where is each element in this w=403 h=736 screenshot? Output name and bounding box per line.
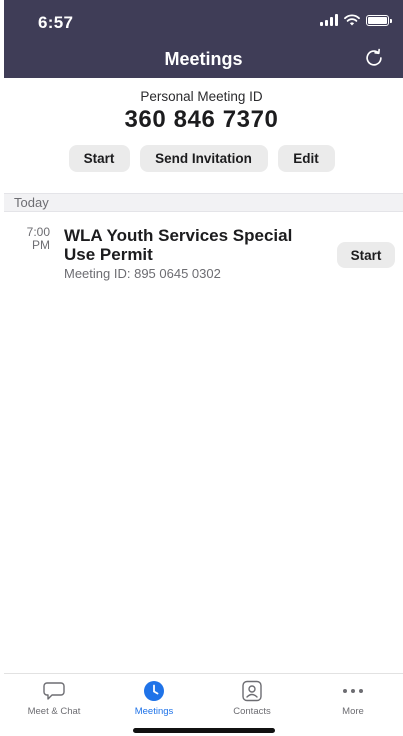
section-label: Today: [14, 195, 49, 210]
clock-icon: [144, 681, 164, 701]
meeting-time-period: PM: [32, 238, 50, 252]
edit-button[interactable]: Edit: [277, 145, 335, 172]
tab-label: More: [342, 706, 364, 717]
meeting-id: Meeting ID: 895 0645 0302: [64, 266, 221, 281]
tab-label: Meetings: [134, 706, 174, 717]
more-icon: [343, 689, 363, 693]
status-time: 6:57: [38, 13, 74, 32]
signal-icon: [320, 14, 338, 26]
tab-contacts[interactable]: Contacts: [207, 680, 297, 717]
tab-bar: Meet & Chat Meetings Contacts More: [4, 673, 403, 736]
tab-more[interactable]: More: [308, 680, 398, 717]
refresh-icon[interactable]: [363, 47, 385, 69]
personal-meeting-actions: Start Send Invitation Edit: [0, 145, 403, 172]
status-icons: [320, 14, 392, 26]
page-title: Meetings: [164, 49, 243, 69]
meeting-time: 7:00 PM: [16, 226, 50, 252]
tab-meet-chat[interactable]: Meet & Chat: [9, 680, 99, 717]
meeting-start-button[interactable]: Start: [337, 242, 395, 268]
section-header-today: Today: [4, 193, 403, 212]
send-invitation-button[interactable]: Send Invitation: [139, 145, 268, 172]
wifi-icon: [344, 14, 360, 26]
personal-meeting-id-number: 360 846 7370: [124, 106, 279, 133]
tab-label: Meet & Chat: [27, 706, 81, 717]
start-button[interactable]: Start: [68, 145, 130, 172]
chat-bubble-icon: [43, 682, 65, 700]
tab-meetings[interactable]: Meetings: [109, 680, 199, 717]
meeting-title: WLA Youth Services Special Use Permit: [64, 226, 293, 264]
home-indicator: [133, 728, 275, 733]
top-header: 6:57 Meetings: [4, 0, 403, 78]
personal-meeting-id-label: Personal Meeting ID: [140, 89, 263, 104]
tab-label: Contacts: [233, 706, 271, 717]
battery-icon: [366, 14, 392, 26]
contact-icon: [242, 680, 262, 702]
meeting-list-item[interactable]: 7:00 PM WLA Youth Services Special Use P…: [4, 222, 403, 286]
